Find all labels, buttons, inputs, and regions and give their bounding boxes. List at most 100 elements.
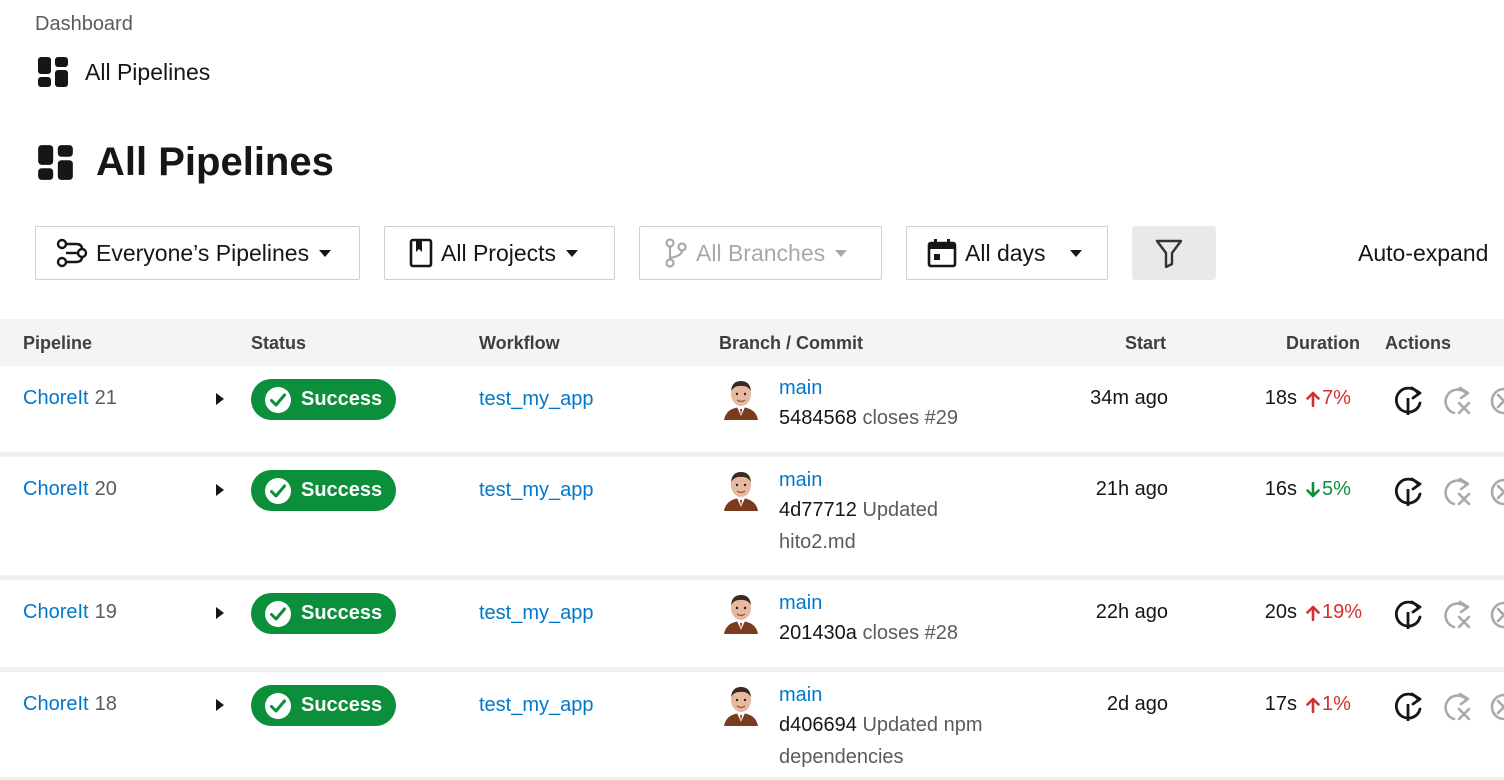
rerun-workflow-icon[interactable] [1392, 690, 1424, 729]
table-row: ChoreIt 19 Success test_my_app main 2014… [0, 580, 1504, 672]
branch-link[interactable]: main [779, 684, 822, 707]
branch-link[interactable]: main [779, 592, 822, 615]
caret-down-icon [835, 249, 848, 257]
pipelines-filter-dropdown[interactable]: Everyone’s Pipelines [35, 226, 360, 280]
cancel-workflow-icon[interactable] [1488, 384, 1504, 423]
pipeline-link[interactable]: ChoreIt 21 [23, 387, 117, 410]
workflow-link[interactable]: test_my_app [479, 388, 594, 411]
duration-delta-text: 19% [1322, 601, 1363, 623]
duration-value: 17s [1264, 693, 1297, 715]
cancel-workflow-icon[interactable] [1488, 598, 1504, 637]
pipeline-project: ChoreIt [23, 693, 89, 715]
workflow-link[interactable]: test_my_app [479, 479, 594, 502]
pipeline-number: 20 [94, 478, 117, 500]
commit-message: closes #28 [862, 622, 959, 644]
pipeline-link[interactable]: ChoreIt 20 [23, 478, 117, 501]
advanced-filter-button[interactable] [1132, 226, 1216, 280]
funnel-icon [1155, 239, 1183, 268]
cancel-workflow-icon[interactable] [1488, 475, 1504, 514]
expand-row-icon[interactable] [216, 393, 224, 405]
commit-hash: 201430a [779, 622, 857, 644]
rerun-failed-icon[interactable] [1440, 690, 1472, 729]
column-header-duration: Duration [1286, 333, 1360, 353]
column-header-branch-commit: Branch / Commit [719, 333, 864, 353]
arrow-icon [1306, 605, 1320, 621]
column-header-pipeline: Pipeline [23, 333, 93, 353]
status-badge[interactable]: Success [251, 685, 396, 726]
commit-info[interactable]: 5484568 closes #29 [779, 402, 1009, 434]
rerun-workflow-icon[interactable] [1392, 384, 1424, 423]
auto-expand-toggle-label[interactable]: Auto-expand [1358, 240, 1488, 267]
status-text: Success [301, 388, 383, 410]
commit-info[interactable]: 201430a closes #28 [779, 617, 1009, 649]
duration-delta-text: 5% [1322, 478, 1351, 500]
breadcrumb-current: All Pipelines [37, 56, 210, 88]
check-circle-icon [265, 477, 291, 504]
pipelines-icon [56, 238, 88, 268]
caret-down-icon [1069, 249, 1082, 257]
expand-row-icon[interactable] [216, 484, 224, 496]
column-header-status: Status [251, 333, 307, 353]
caret-down-icon [566, 249, 579, 257]
breadcrumb-current-label: All Pipelines [85, 58, 211, 85]
pipeline-project: ChoreIt [23, 601, 89, 623]
branches-filter-label: All Branches [696, 239, 826, 266]
rerun-workflow-icon[interactable] [1392, 598, 1424, 637]
branches-filter-dropdown[interactable]: All Branches [639, 226, 882, 280]
days-filter-label: All days [965, 239, 1046, 266]
calendar-icon [927, 239, 957, 268]
projects-filter-dropdown[interactable]: All Projects [384, 226, 615, 280]
rerun-workflow-icon[interactable] [1392, 475, 1424, 514]
page-title: All Pipelines [37, 140, 334, 185]
commit-info[interactable]: d406694 Updated npm dependencies [779, 709, 1009, 773]
rerun-failed-icon[interactable] [1440, 598, 1472, 637]
table-row: ChoreIt 18 Success test_my_app main d406… [0, 672, 1504, 780]
pipelines-table: Pipeline Status Workflow Branch / Commit… [0, 319, 1504, 780]
branch-link[interactable]: main [779, 377, 822, 400]
arrow-icon [1306, 391, 1320, 407]
dashboard-icon [38, 145, 73, 180]
expand-row-icon[interactable] [216, 699, 224, 711]
status-badge[interactable]: Success [251, 593, 396, 634]
pipeline-project: ChoreIt [23, 387, 89, 409]
column-header-start: Start [1125, 333, 1167, 353]
commit-info[interactable]: 4d77712 Updated hito2.md [779, 494, 1009, 558]
commit-message: closes #29 [862, 407, 959, 429]
table-row: ChoreIt 21 Success test_my_app main 5484… [0, 366, 1504, 457]
branch-icon [665, 238, 687, 268]
status-text: Success [301, 694, 383, 716]
pipelines-filter-label: Everyone’s Pipelines [96, 239, 310, 266]
pipeline-link[interactable]: ChoreIt 19 [23, 601, 117, 624]
duration-delta: 7% [1306, 387, 1351, 410]
status-text: Success [301, 479, 383, 501]
start-time: 34m ago [1090, 387, 1168, 409]
duration-value: 18s [1264, 387, 1297, 409]
project-bookmark-icon [409, 238, 433, 268]
status-badge[interactable]: Success [251, 379, 396, 420]
avatar [722, 592, 760, 634]
workflow-link[interactable]: test_my_app [479, 694, 594, 717]
column-header-workflow: Workflow [479, 333, 560, 353]
pipeline-number: 18 [94, 693, 117, 715]
pipeline-number: 21 [94, 387, 117, 409]
page-title-text: All Pipelines [96, 140, 334, 184]
branch-link[interactable]: main [779, 469, 822, 492]
rerun-failed-icon[interactable] [1440, 384, 1472, 423]
expand-row-icon[interactable] [216, 607, 224, 619]
status-badge[interactable]: Success [251, 470, 396, 511]
breadcrumb-dashboard[interactable]: Dashboard [35, 13, 133, 36]
rerun-failed-icon[interactable] [1440, 475, 1472, 514]
pipeline-project: ChoreIt [23, 478, 89, 500]
check-circle-icon [265, 386, 291, 413]
arrow-icon [1306, 697, 1320, 713]
days-filter-dropdown[interactable]: All days [906, 226, 1108, 280]
pipeline-link[interactable]: ChoreIt 18 [23, 693, 117, 716]
check-circle-icon [265, 692, 291, 719]
commit-hash: d406694 [779, 714, 857, 736]
avatar [722, 378, 760, 420]
duration-delta-text: 7% [1322, 387, 1351, 409]
cancel-workflow-icon[interactable] [1488, 690, 1504, 729]
table-row: ChoreIt 20 Success test_my_app main 4d77… [0, 457, 1504, 580]
workflow-link[interactable]: test_my_app [479, 602, 594, 625]
projects-filter-label: All Projects [441, 239, 557, 266]
